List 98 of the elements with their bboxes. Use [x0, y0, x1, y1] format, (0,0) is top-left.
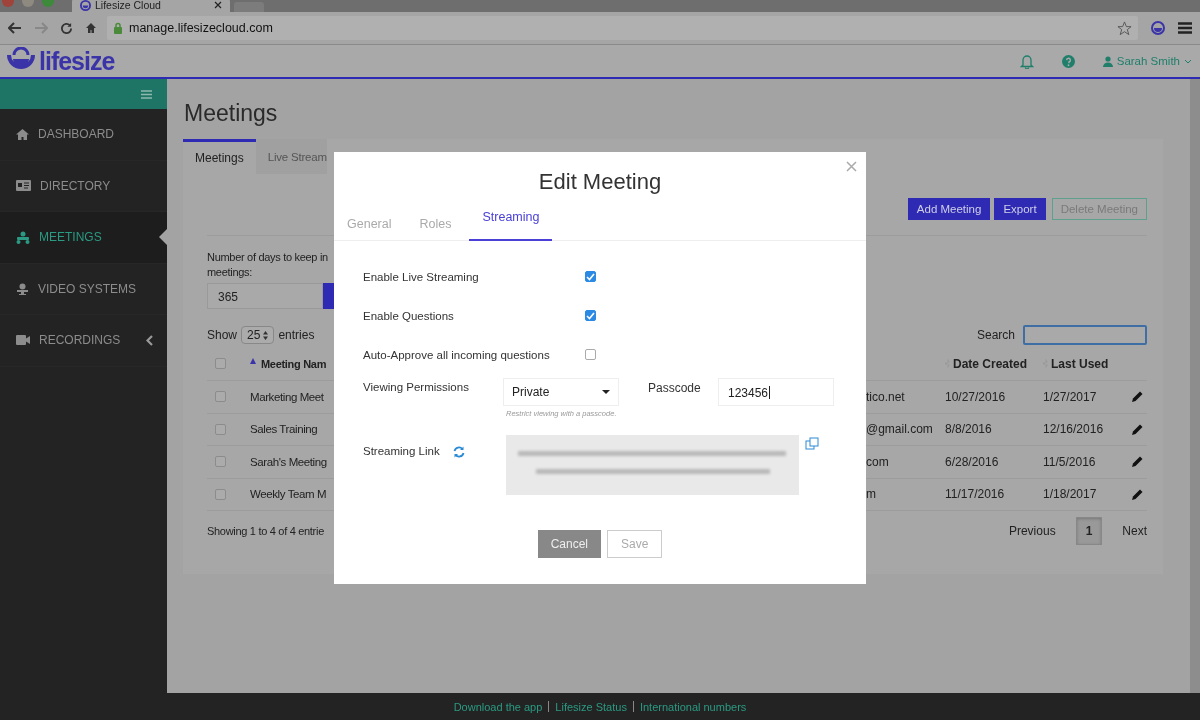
- entries-label: entries: [278, 328, 315, 342]
- close-tab-icon[interactable]: [214, 1, 222, 9]
- scrollbar[interactable]: [1190, 79, 1200, 693]
- action-button[interactable]: Export: [994, 198, 1046, 220]
- house-icon: [16, 128, 29, 140]
- tab[interactable]: Streaming: [469, 209, 553, 241]
- menu-icon[interactable]: [1178, 22, 1192, 34]
- option-label: Enable Questions: [363, 309, 455, 322]
- people-table-icon: [16, 230, 30, 244]
- table-cell-text: Sales Training: [250, 423, 319, 436]
- footer-link[interactable]: Download the app: [453, 701, 543, 713]
- chevron-left-icon[interactable]: [146, 334, 154, 346]
- option-label: Enable Live Streaming: [363, 270, 480, 283]
- table-cell-text: 10/27/2016: [945, 389, 1007, 404]
- logo-icon: [80, 0, 91, 11]
- streaming-link-label: Streaming Link: [363, 444, 440, 457]
- table-cell-text: 11/17/2016: [945, 487, 1006, 502]
- permissions-label: Viewing Permissions: [363, 380, 470, 393]
- spinner-arrows-icon: [263, 330, 269, 340]
- video-system-icon: [16, 282, 29, 295]
- action-button[interactable]: Add Meeting: [907, 198, 991, 220]
- table-cell-text: com: [866, 454, 890, 469]
- lock-icon: [113, 22, 123, 34]
- tab[interactable]: Live Stream: [255, 139, 327, 174]
- chevron-down-icon: [1184, 58, 1192, 64]
- column-header[interactable]: Meeting Nam: [261, 357, 327, 370]
- browser-tab[interactable]: Lifesize Cloud: [72, 0, 230, 12]
- back-icon[interactable]: [8, 22, 22, 34]
- page-button[interactable]: 1: [1075, 517, 1103, 545]
- sidebar-item[interactable]: DASHBOARD: [0, 109, 167, 161]
- retention-field[interactable]: 365: [207, 283, 323, 309]
- hamburger-icon[interactable]: [141, 89, 152, 99]
- table-cell-text: 1/18/2017: [1043, 487, 1098, 502]
- bell-icon[interactable]: [1019, 53, 1034, 69]
- checkbox[interactable]: [585, 349, 596, 360]
- row-checkbox[interactable]: [215, 456, 226, 468]
- checkbox[interactable]: [585, 310, 596, 321]
- column-header[interactable]: Last Used: [1051, 356, 1109, 371]
- pencil-icon[interactable]: [1131, 488, 1143, 500]
- table-cell-text: 1/27/2017: [1043, 389, 1098, 404]
- table-cell-text: @gmail.com: [866, 422, 934, 437]
- address-field[interactable]: manage.lifesizecloud.com: [107, 16, 1138, 40]
- close-icon[interactable]: [846, 161, 857, 172]
- option-label: Auto-Approve all incoming questions: [363, 348, 551, 361]
- refresh-icon[interactable]: [452, 446, 465, 458]
- table-cell-text: 6/28/2016: [945, 454, 1000, 469]
- sidebar-item[interactable]: VIDEO SYSTEMS: [0, 263, 167, 315]
- address-card-icon: [16, 180, 31, 192]
- reload-icon[interactable]: [60, 21, 73, 35]
- blurred-link-field[interactable]: [505, 435, 799, 495]
- home-icon[interactable]: [85, 22, 97, 34]
- permissions-select[interactable]: Private: [503, 378, 619, 406]
- column-header[interactable]: Date Created: [953, 356, 1028, 371]
- table-info: Showing 1 to 4 of 4 entrie: [207, 525, 324, 537]
- footer-link[interactable]: International numbers: [639, 701, 747, 713]
- row-checkbox[interactable]: [215, 391, 226, 403]
- apply-button[interactable]: [323, 283, 335, 309]
- entries-select[interactable]: 25: [241, 326, 275, 344]
- row-checkbox[interactable]: [215, 488, 226, 500]
- page-title: Meetings: [184, 100, 279, 128]
- forward-icon[interactable]: [34, 22, 48, 34]
- passcode-field[interactable]: 123456: [718, 378, 834, 406]
- pencil-icon[interactable]: [1131, 456, 1143, 468]
- previous-link[interactable]: Previous: [1008, 524, 1056, 538]
- table-cell-text: 12/16/2016: [1043, 422, 1105, 437]
- user-icon: [1102, 55, 1113, 67]
- copy-icon[interactable]: [804, 437, 819, 450]
- select-all-checkbox[interactable]: [215, 358, 226, 369]
- table-cell-text: 8/8/2016: [945, 422, 993, 437]
- dialog-title: Edit Meeting: [537, 169, 663, 196]
- show-label: Show: [207, 328, 238, 342]
- caret-icon: [602, 390, 610, 394]
- passcode-label: Passcode: [648, 380, 702, 395]
- help-icon[interactable]: [1061, 54, 1075, 68]
- sidebar-item[interactable]: MEETINGS: [0, 212, 167, 264]
- sort-icon[interactable]: [250, 357, 256, 364]
- sidebar-item[interactable]: RECORDINGS: [0, 315, 167, 367]
- search-field[interactable]: [1023, 325, 1147, 345]
- table-cell-text: tico.net: [866, 389, 906, 404]
- pencil-icon[interactable]: [1131, 423, 1143, 435]
- table-cell-text: 11/5/2016: [1043, 454, 1097, 469]
- active-pointer: [159, 229, 167, 246]
- row-checkbox[interactable]: [215, 423, 226, 435]
- footer-link[interactable]: Lifesize Status: [555, 701, 627, 713]
- search-label: Search: [976, 328, 1015, 342]
- video-camera-icon: [16, 335, 30, 346]
- extension-icon[interactable]: [1150, 20, 1166, 36]
- logo[interactable]: lifesize: [5, 46, 115, 76]
- table-cell: Weekly Team M: [250, 488, 328, 501]
- table-cell-text: Marketing Meet: [250, 390, 325, 403]
- next-link[interactable]: Next: [1122, 524, 1147, 538]
- table-cell-text: m: [866, 487, 877, 502]
- checkbox[interactable]: [585, 271, 596, 282]
- retention-label: Number of days to keep in meetings:: [207, 250, 328, 280]
- bookmark-star-icon[interactable]: [1117, 20, 1132, 36]
- dialog-button[interactable]: Cancel: [537, 530, 601, 558]
- table-cell: Sarah's Meeting: [250, 455, 328, 468]
- pencil-icon[interactable]: [1131, 391, 1143, 403]
